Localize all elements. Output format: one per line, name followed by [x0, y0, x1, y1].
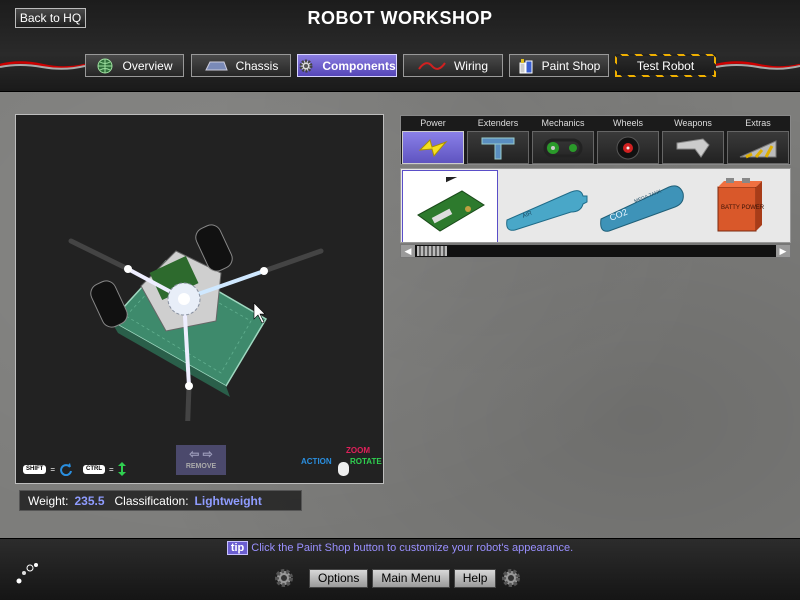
tab-wiring[interactable]: Wiring — [403, 54, 503, 77]
remove-button[interactable]: ⇦ ⇨ REMOVE — [176, 445, 226, 475]
air-tank-image: AIR — [506, 189, 588, 231]
camera-hint: SHIFT = CTRL = — [23, 462, 126, 476]
category-power[interactable]: Power — [401, 116, 465, 166]
category-label: Extenders — [477, 118, 519, 128]
tab-label: Overview — [122, 58, 173, 73]
part-circuit-board[interactable] — [402, 170, 498, 242]
mouse-controls-hint: ZOOM ACTION ROTATE — [301, 446, 383, 478]
page-title: ROBOT WORKSHOP — [307, 8, 493, 28]
action-label: ACTION — [301, 457, 332, 466]
tip-badge: tip — [226, 541, 249, 555]
category-label: Power — [420, 118, 446, 128]
tab-test-robot[interactable]: Test Robot — [615, 54, 716, 77]
lightning-icon — [418, 138, 448, 157]
gear-icon — [502, 569, 521, 587]
tab-label: Components — [322, 58, 396, 73]
tab-label: Chassis — [235, 58, 279, 73]
part-battery[interactable]: BATTY POWER — [691, 171, 785, 242]
category-extras[interactable]: Extras — [726, 116, 790, 166]
scroll-right-icon[interactable]: ▶ — [776, 245, 790, 257]
extender-icon — [481, 137, 515, 159]
category-wheels[interactable]: Wheels — [596, 116, 660, 166]
tip-text: Click the Paint Shop button to customize… — [251, 542, 574, 554]
rotate-label: ROTATE — [350, 457, 382, 466]
tab-label: Paint Shop — [541, 58, 601, 73]
circuit-board-image — [417, 176, 485, 232]
tab-chassis[interactable]: Chassis — [191, 54, 291, 77]
gear-icon — [299, 59, 313, 72]
zoom-label: ZOOM — [346, 446, 370, 455]
scroll-thumb[interactable] — [417, 246, 447, 256]
co2-tank-image: CO2 MEGA TANK — [600, 185, 684, 232]
category-label: Wheels — [612, 118, 643, 128]
classification-label: Classification: — [114, 493, 189, 508]
loading-spinner-icon — [16, 563, 38, 584]
wheel-icon — [616, 136, 640, 159]
parts-list: AIR CO2 MEGA TANK BATTY POWER — [400, 168, 791, 243]
scroll-left-icon[interactable]: ◀ — [401, 245, 415, 257]
options-button[interactable]: Options — [309, 568, 369, 588]
robot-stats-bar: Weight: 235.5 Classification: Lightweigh… — [19, 490, 302, 511]
shift-key: SHIFT — [23, 464, 47, 474]
classification-value: Lightweight — [194, 493, 262, 508]
wire-icon — [418, 61, 446, 70]
paint-can-icon — [519, 58, 533, 73]
battery-text: BATTY POWER — [721, 205, 765, 211]
gear-icon — [275, 569, 293, 587]
robot-viewport[interactable]: SHIFT = CTRL = ⇦ ⇨ REMOVE ZOOM ACTION RO… — [15, 114, 384, 484]
main-menu-button[interactable]: Main Menu — [372, 568, 450, 588]
component-category-bar: Power Extenders Mechanics Wheels Weapons… — [400, 115, 791, 165]
category-label: Weapons — [674, 118, 712, 128]
remove-label: REMOVE — [185, 463, 217, 470]
tab-label: Wiring — [453, 58, 488, 73]
bottom-menu: Options Main Menu Help — [273, 565, 529, 591]
blade-icon — [676, 137, 710, 158]
help-button[interactable]: Help — [453, 568, 497, 588]
cable-decoration — [0, 61, 85, 70]
weight-label: Weight: — [28, 493, 69, 508]
category-mechanics[interactable]: Mechanics — [531, 116, 595, 166]
wedge-icon — [739, 139, 777, 158]
tab-components[interactable]: Components — [297, 54, 397, 77]
rotate-icon — [60, 463, 72, 476]
part-co2-tank[interactable]: CO2 MEGA TANK — [595, 171, 689, 242]
battery-image: BATTY POWER — [717, 177, 765, 231]
chain-icon — [543, 138, 583, 157]
part-air-tank[interactable]: AIR — [499, 171, 593, 242]
chassis-icon — [204, 61, 228, 70]
category-extenders[interactable]: Extenders — [466, 116, 530, 166]
weight-value: 235.5 — [74, 493, 105, 508]
category-label: Extras — [745, 118, 771, 128]
vertical-move-icon — [117, 462, 126, 476]
remove-arrows-icon: ⇦ ⇨ — [189, 447, 213, 461]
mouse-icon — [338, 462, 349, 476]
tab-overview[interactable]: Overview — [85, 54, 184, 77]
category-weapons[interactable]: Weapons — [661, 116, 725, 166]
category-label: Mechanics — [541, 118, 585, 128]
tab-label: Test Robot — [636, 58, 695, 73]
parts-scrollbar[interactable]: ◀ ▶ — [400, 244, 791, 258]
tab-paint-shop[interactable]: Paint Shop — [509, 54, 609, 77]
cable-decoration — [716, 61, 800, 70]
globe-icon — [97, 58, 113, 73]
ctrl-key: CTRL — [83, 464, 106, 474]
tip-message: tip Click the Paint Shop button to custom… — [0, 541, 800, 555]
robot-model[interactable] — [56, 211, 326, 421]
